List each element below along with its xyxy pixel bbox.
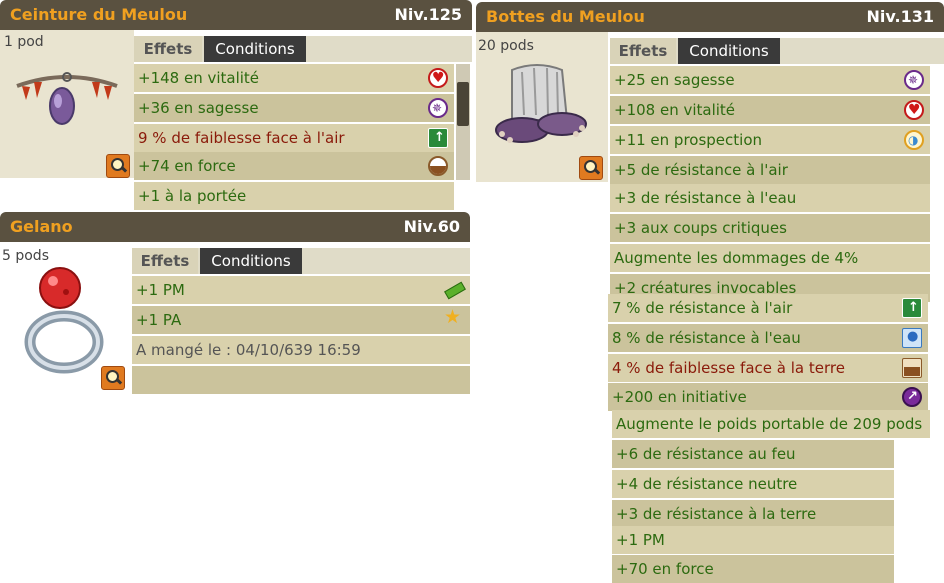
belt-tooltip: Ceinture du Meulou Niv.125 1 pod Effets …: [0, 0, 472, 212]
effect-text: +36 en sagesse: [138, 99, 259, 117]
effect-row: +4 de résistance neutre: [612, 470, 894, 498]
effect-row: +3 aux coups critiques: [610, 214, 930, 242]
effect-text: +3 de résistance à la terre: [616, 505, 817, 523]
heart-icon: [428, 64, 448, 92]
effect-text: +1 PA: [136, 311, 182, 329]
ring-item-image: [24, 267, 104, 374]
belt-item-image: [16, 72, 118, 125]
zoom-magnifier-icon[interactable]: [579, 156, 603, 180]
prospecting-icon: [904, 126, 924, 154]
effect-row: +1 PM: [612, 526, 894, 554]
effect-text: +3 aux coups critiques: [614, 219, 787, 237]
boots-header: Bottes du Meulou Niv.131: [476, 2, 944, 32]
empty-row: [132, 366, 470, 394]
zoom-magnifier-icon[interactable]: [101, 366, 125, 390]
effect-row: A mangé le : 04/10/639 16:59: [132, 336, 470, 364]
tab-bar: Effets Conditions: [132, 248, 470, 274]
effect-text: 7 % de résistance à l'air: [612, 299, 793, 317]
item-name: Ceinture du Meulou: [10, 5, 188, 24]
ring-tooltip: Gelano Niv.60 5 pods Effets Conditions +…: [0, 212, 470, 398]
effect-row: Augmente les dommages de 4%: [610, 244, 930, 272]
effect-row: +36 en sagesse: [134, 94, 454, 122]
item-name: Bottes du Meulou: [486, 7, 645, 26]
effect-text: +3 de résistance à l'eau: [614, 189, 797, 207]
belt-header: Ceinture du Meulou Niv.125: [0, 0, 472, 30]
item-image-area: 20 pods: [476, 32, 608, 182]
effect-text: +74 en force: [138, 157, 236, 175]
heart-icon: [904, 96, 924, 124]
water-icon: [902, 324, 922, 351]
zoom-magnifier-icon[interactable]: [106, 154, 130, 178]
item-name: Gelano: [10, 217, 73, 236]
item-level: Niv.131: [866, 7, 934, 26]
effect-text: +4 de résistance neutre: [616, 475, 798, 493]
effect-text: 8 % de résistance à l'eau: [612, 329, 801, 347]
effect-row: +1 PM: [132, 276, 470, 304]
effect-text: +70 en force: [616, 560, 714, 578]
tab-conditions[interactable]: Conditions: [678, 38, 780, 64]
effect-row: 9 % de faiblesse face à l'air: [134, 124, 454, 152]
effect-text: 4 % de faiblesse face à la terre: [612, 359, 845, 377]
effect-text: Augmente les dommages de 4%: [614, 249, 859, 267]
effect-row: +1 à la portée: [134, 182, 454, 210]
earth-icon: [902, 358, 922, 378]
effect-row: +70 en force: [612, 555, 894, 583]
boots-item-image: [495, 64, 587, 143]
wisdom-icon: [428, 94, 448, 122]
effect-text: +1 PM: [616, 531, 665, 549]
action-points-icon: [444, 306, 464, 331]
item-image-area: 1 pod: [0, 30, 134, 178]
effect-text: +1 à la portée: [138, 187, 247, 205]
effect-text: +5 de résistance à l'air: [614, 161, 788, 179]
effect-row: +3 de résistance à l'eau: [610, 184, 930, 212]
ring-header: Gelano Niv.60: [0, 212, 470, 242]
effect-row: +1 PA: [132, 306, 470, 334]
item-level: Niv.60: [403, 217, 460, 236]
air-icon: [902, 294, 922, 322]
item-level: Niv.125: [394, 5, 462, 24]
effect-row: +108 en vitalité: [610, 96, 930, 124]
tab-bar: Effets Conditions: [610, 38, 944, 64]
strength-icon: [428, 156, 448, 176]
effect-text: 9 % de faiblesse face à l'air: [138, 129, 345, 147]
effect-row: +6 de résistance au feu: [612, 440, 894, 468]
tab-conditions[interactable]: Conditions: [204, 36, 306, 62]
effect-row: +200 en initiative: [608, 383, 928, 411]
effect-row: +11 en prospection: [610, 126, 930, 154]
effect-text: +6 de résistance au feu: [616, 445, 796, 463]
effect-row: +3 de résistance à la terre: [612, 500, 894, 528]
tab-effects[interactable]: Effets: [610, 38, 676, 64]
effect-row: +25 en sagesse: [610, 66, 930, 94]
air-icon: [428, 124, 448, 152]
effect-text: +108 en vitalité: [614, 101, 736, 119]
effect-text: +1 PM: [136, 281, 185, 299]
effect-row: Augmente le poids portable de 209 pods: [612, 410, 930, 438]
scrollbar-thumb[interactable]: [457, 82, 469, 126]
effect-text: +11 en prospection: [614, 131, 763, 149]
effect-text: +25 en sagesse: [614, 71, 735, 89]
boots-tooltip: Bottes du Meulou Niv.131 20 pods Effets …: [476, 2, 944, 583]
effect-row: 4 % de faiblesse face à la terre: [608, 354, 928, 382]
tab-bar: Effets Conditions: [134, 36, 472, 62]
tab-effects[interactable]: Effets: [134, 36, 202, 62]
effect-row: +74 en force: [134, 152, 454, 180]
effect-row: +5 de résistance à l'air: [610, 156, 930, 184]
effect-row: +148 en vitalité: [134, 64, 454, 92]
tab-conditions[interactable]: Conditions: [200, 248, 302, 274]
wisdom-icon: [904, 66, 924, 94]
tab-effects[interactable]: Effets: [132, 248, 198, 274]
item-weight: 20 pods: [478, 38, 534, 54]
effect-row: 7 % de résistance à l'air: [608, 294, 928, 322]
scrollbar[interactable]: [456, 64, 470, 180]
initiative-icon: [902, 383, 922, 411]
effect-text: Augmente le poids portable de 209 pods: [616, 415, 923, 433]
item-weight: 5 pods: [2, 248, 49, 264]
effect-row: 8 % de résistance à l'eau: [608, 324, 928, 352]
effect-text: A mangé le : 04/10/639 16:59: [136, 341, 361, 359]
effect-text: +148 en vitalité: [138, 69, 260, 87]
item-weight: 1 pod: [4, 34, 44, 50]
effect-text: +200 en initiative: [612, 388, 747, 406]
movement-points-icon: [444, 280, 464, 300]
